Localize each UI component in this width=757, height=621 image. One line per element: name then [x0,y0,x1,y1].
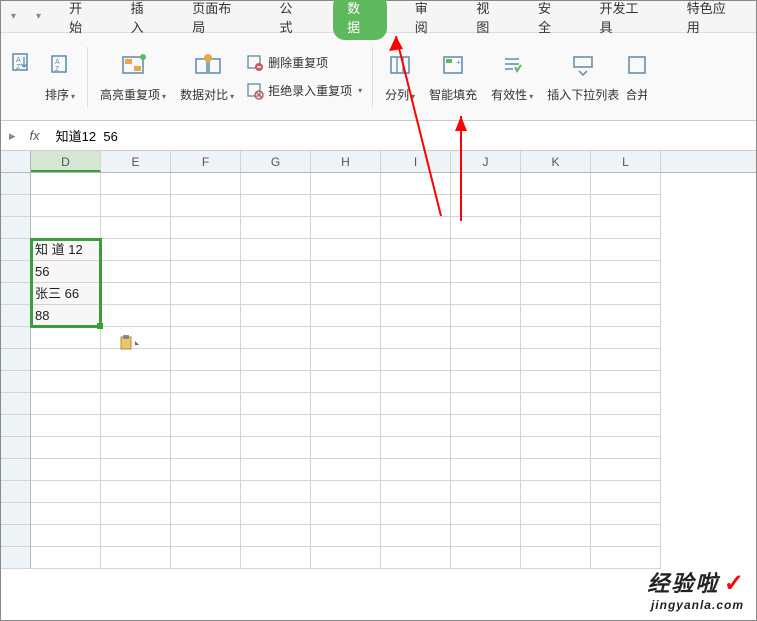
menu-item-layout[interactable]: 页面布局 [184,0,251,40]
col-header-d[interactable]: D [31,151,101,172]
validity-button[interactable]: 有效性▾ [485,46,539,107]
menu-item-insert[interactable]: 插入 [123,0,165,40]
highlight-dup-button[interactable]: 高亮重复项▾ [94,46,172,107]
formula-bar: ▸ fx [1,121,756,151]
menu-item-start[interactable]: 开始 [61,0,103,40]
svg-text:A: A [55,59,60,66]
svg-text:Z: Z [55,66,60,73]
cell[interactable]: 知 道 12 [31,239,101,261]
insert-dropdown-button[interactable]: 插入下拉列表 [541,46,625,107]
reject-dup-button[interactable]: 拒绝录入重复项▾ [242,79,366,103]
formula-input[interactable] [50,124,756,147]
menu-item-formula[interactable]: 公式 [272,0,314,40]
col-header[interactable]: F [171,151,241,172]
menu-item-data[interactable]: 数据 [333,0,387,40]
remove-dup-button[interactable]: 删除重复项 [242,51,366,75]
chevron-down-icon[interactable]: ▾ [11,11,16,22]
smart-fill-button[interactable]: + 智能填充 [423,46,483,107]
check-icon: ✓ [724,570,744,597]
menu-bar: ▾ ▾ 开始 插入 页面布局 公式 数据 审阅 视图 安全 开发工具 特色应用 [1,1,756,33]
cancel-icon[interactable]: ▸ [5,128,20,144]
watermark: 经验啦 ✓ jingyanla.com [647,566,744,612]
col-header[interactable]: G [241,151,311,172]
col-header[interactable]: E [101,151,171,172]
col-header[interactable]: J [451,151,521,172]
spreadsheet-grid[interactable]: D E F G H I J K L 知 道 12 56 张三 66 88 [1,151,756,569]
data-compare-button[interactable]: 数据对比▾ [174,46,240,107]
col-header[interactable]: L [591,151,661,172]
cell[interactable]: 88 [31,305,101,327]
select-all-corner[interactable] [1,151,31,172]
watermark-sub: jingyanla.com [647,598,744,612]
sort-button[interactable]: AZ 排序▾ [39,46,81,107]
cell[interactable]: 张三 66 [31,283,101,305]
menu-item-security[interactable]: 安全 [530,0,572,40]
menu-item-review[interactable]: 审阅 [407,0,449,40]
cell[interactable]: 56 [31,261,101,283]
watermark-text: 经验啦 [647,571,719,596]
chevron-down-icon[interactable]: ▾ [36,11,41,22]
menu-item-dev[interactable]: 开发工具 [592,0,659,40]
menu-item-apps[interactable]: 特色应用 [679,0,746,40]
col-header[interactable]: I [381,151,451,172]
menu-item-view[interactable]: 视图 [468,0,510,40]
merge-button[interactable]: 合并 [627,46,647,107]
svg-text:A: A [16,57,21,64]
fx-icon[interactable]: fx [24,128,46,143]
svg-text:Z: Z [16,64,21,71]
paste-options-icon[interactable] [119,335,141,353]
ribbon: AZ AZ 排序▾ 高亮重复项▾ 数据对比▾ 删除重复项 拒绝录入重复项▾ [1,33,756,121]
col-header[interactable]: K [521,151,591,172]
col-header[interactable]: H [311,151,381,172]
split-column-button[interactable]: 分列▾ [379,46,421,107]
sort-asc-icon[interactable]: AZ [7,46,35,78]
grid-body[interactable]: 知 道 12 56 张三 66 88 [1,173,756,569]
svg-text:+: + [456,58,461,67]
